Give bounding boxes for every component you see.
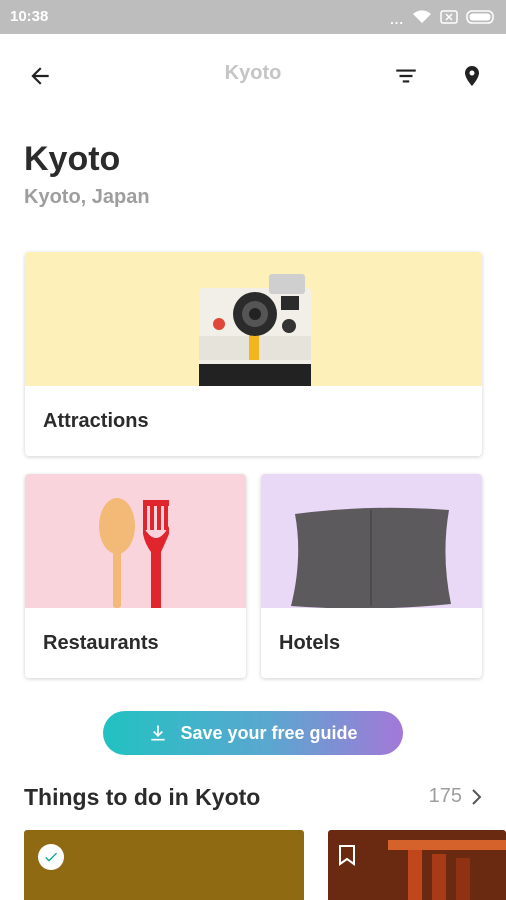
spoon-fork-icon: [99, 498, 169, 608]
check-badge[interactable]: [38, 844, 64, 870]
page-title: Kyoto: [24, 140, 121, 178]
restaurants-image: [25, 474, 246, 608]
thing-to-do-card[interactable]: [328, 830, 506, 900]
map-pin-button[interactable]: [454, 58, 490, 94]
page-subtitle: Kyoto, Japan: [24, 186, 150, 208]
thing-to-do-card[interactable]: [24, 830, 304, 900]
chevron-right-icon: [472, 788, 482, 805]
check-icon: [45, 852, 57, 862]
map-pin-icon: [465, 66, 479, 86]
camera-icon: [199, 274, 311, 386]
sim-icon: [440, 9, 458, 30]
things-to-do-see-all[interactable]: 175: [429, 785, 484, 808]
notification-dots: ...: [390, 12, 404, 27]
status-bar: 10:38 ...: [0, 0, 506, 34]
save-guide-label: Save your free guide: [180, 722, 358, 743]
bookmark-button[interactable]: [338, 844, 356, 871]
filter-button[interactable]: [388, 58, 424, 94]
download-icon: [151, 725, 166, 741]
attractions-card[interactable]: Attractions: [25, 252, 482, 456]
things-to-do-title: Things to do in Kyoto: [24, 784, 261, 810]
wifi-icon: [412, 9, 432, 30]
app-bar: Kyoto: [0, 34, 506, 114]
appbar-title: Kyoto: [224, 62, 282, 84]
status-time: 10:38: [10, 8, 49, 25]
attractions-label: Attractions: [43, 410, 149, 432]
save-guide-button[interactable]: Save your free guide: [103, 711, 403, 755]
restaurants-card[interactable]: Restaurants: [25, 474, 246, 678]
things-to-do-count: 175: [428, 785, 462, 807]
bookmark-icon: [339, 845, 355, 866]
hotels-card[interactable]: Hotels: [261, 474, 482, 678]
attractions-image: [25, 252, 482, 386]
battery-icon: [466, 9, 496, 30]
hotels-image: [261, 474, 482, 609]
restaurants-label: Restaurants: [43, 632, 159, 654]
pillow-icon: [291, 507, 451, 609]
hotels-label: Hotels: [279, 632, 341, 654]
filter-icon: [396, 69, 416, 83]
status-icons: ...: [390, 9, 496, 30]
